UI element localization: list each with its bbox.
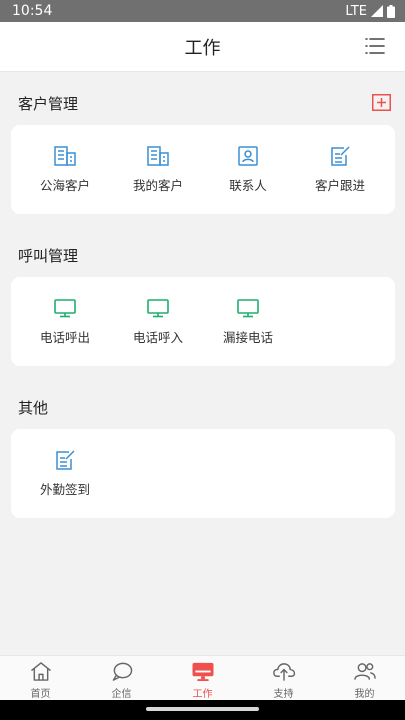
tab-label: 支持	[273, 689, 294, 700]
grid-item-field-checkin[interactable]: 外勤签到	[20, 429, 110, 518]
add-icon[interactable]	[372, 94, 391, 111]
edit-note-icon	[56, 450, 75, 470]
home-icon	[30, 662, 51, 681]
tab-mine[interactable]: 我的	[324, 656, 405, 700]
building-icon	[147, 146, 169, 166]
section-title-customer: 客户管理	[18, 95, 79, 113]
grid-item-public-customers[interactable]: 公海客户	[20, 125, 110, 214]
grid-item-customer-followup[interactable]: 客户跟进	[295, 125, 385, 214]
other-card: 外勤签到	[11, 429, 395, 518]
users-icon	[353, 663, 376, 680]
grid-item-label: 客户跟进	[314, 178, 365, 193]
grid-item-my-customers[interactable]: 我的客户	[113, 125, 203, 214]
tab-label: 首页	[30, 689, 51, 700]
page-title: 工作	[184, 37, 221, 59]
tab-work[interactable]: 工作	[162, 656, 243, 700]
grid-item-incoming-call[interactable]: 电话呼入	[113, 277, 203, 366]
monitor-icon	[54, 299, 76, 318]
monitor-icon	[237, 299, 259, 318]
grid-item-missed-call[interactable]: 漏接电话	[203, 277, 293, 366]
tab-label: 企信	[111, 689, 132, 700]
grid-item-contacts[interactable]: 联系人	[203, 125, 293, 214]
monitor-icon	[147, 299, 169, 318]
grid-item-label: 我的客户	[132, 178, 183, 193]
chat-bubble-icon	[112, 662, 132, 681]
status-indicators: LTE	[345, 4, 395, 19]
section-title-call: 呼叫管理	[18, 247, 79, 265]
section-title-other: 其他	[18, 399, 49, 417]
edit-note-icon	[331, 146, 350, 166]
grid-item-label: 联系人	[229, 178, 267, 193]
work-monitor-icon	[192, 662, 213, 682]
tab-home[interactable]: 首页	[0, 656, 81, 700]
menu-icon[interactable]	[365, 37, 385, 55]
bottom-tab-bar: 首页 企信 工作 支持 我的	[0, 655, 405, 700]
status-bar: 10:54 LTE	[0, 0, 405, 22]
grid-item-outgoing-call[interactable]: 电话呼出	[20, 277, 110, 366]
building-icon	[54, 146, 76, 166]
tab-messages[interactable]: 企信	[81, 656, 162, 700]
grid-item-label: 漏接电话	[222, 330, 273, 345]
app-header: 工作	[0, 22, 405, 72]
tab-label: 工作	[192, 689, 213, 700]
home-gesture-handle[interactable]	[146, 707, 259, 711]
grid-item-label: 公海客户	[39, 178, 90, 193]
cloud-upload-icon	[272, 663, 295, 681]
signal-icon	[371, 5, 383, 17]
network-type: LTE	[345, 3, 367, 19]
tab-label: 我的	[354, 689, 375, 700]
grid-item-label: 外勤签到	[39, 482, 90, 497]
tab-support[interactable]: 支持	[243, 656, 324, 700]
call-card: 电话呼出 电话呼入 漏接电话	[11, 277, 395, 366]
status-time: 10:54	[12, 3, 53, 19]
grid-item-label: 电话呼入	[132, 330, 183, 345]
contact-card-icon	[238, 146, 258, 166]
grid-item-label: 电话呼出	[39, 330, 90, 345]
battery-icon	[387, 4, 395, 18]
system-nav-bar	[0, 700, 405, 720]
customer-card: 公海客户 我的客户 联系人 客户跟进	[11, 125, 395, 214]
